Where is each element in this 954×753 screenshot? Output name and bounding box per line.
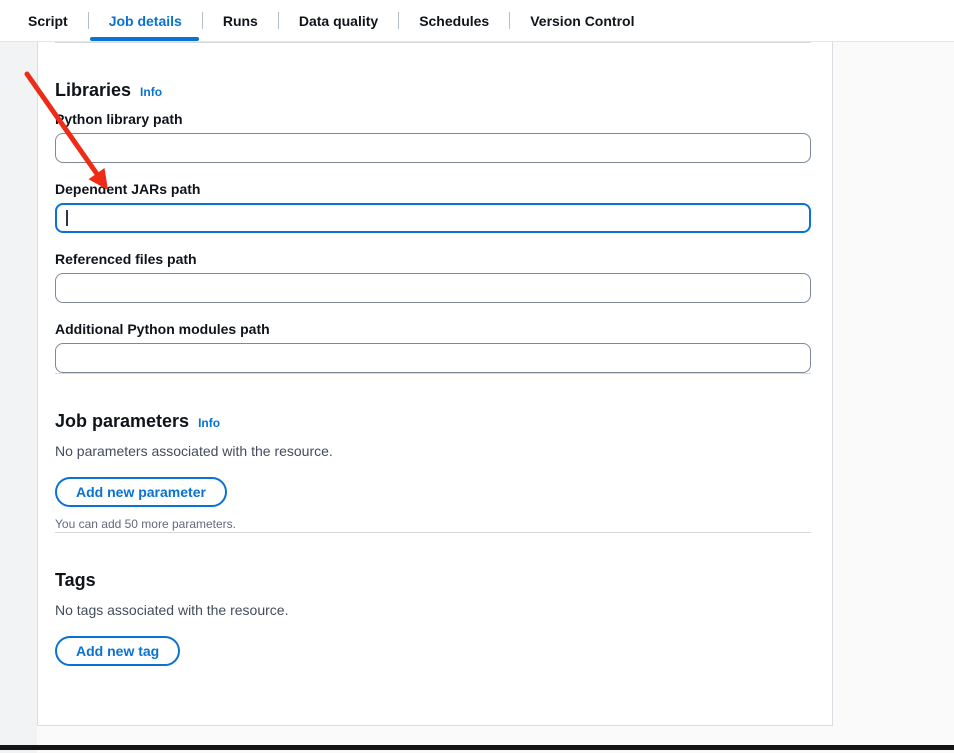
text-cursor: [66, 210, 68, 226]
libraries-info-link[interactable]: Info: [140, 85, 162, 99]
section-divider: [55, 373, 811, 374]
tags-title: Tags: [55, 569, 96, 591]
add-new-parameter-button[interactable]: Add new parameter: [55, 477, 227, 507]
referenced-files-path-input[interactable]: [55, 273, 811, 303]
left-gutter: [0, 42, 37, 753]
add-new-tag-button[interactable]: Add new tag: [55, 636, 180, 666]
python-library-path-input[interactable]: [55, 133, 811, 163]
tab-version-control[interactable]: Version Control: [510, 0, 654, 41]
tab-job-details[interactable]: Job details: [89, 0, 202, 41]
job-parameters-empty-text: No parameters associated with the resour…: [55, 441, 811, 461]
job-parameters-helper-text: You can add 50 more parameters.: [55, 516, 811, 532]
dependent-jars-path-label: Dependent JARs path: [55, 180, 811, 198]
tab-data-quality[interactable]: Data quality: [279, 0, 398, 41]
libraries-title: Libraries: [55, 79, 131, 101]
section-divider: [55, 532, 811, 533]
referenced-files-path-label: Referenced files path: [55, 250, 811, 268]
python-library-path-label: Python library path: [55, 110, 811, 128]
window-bottom-edge: [0, 745, 954, 750]
job-details-panel: Libraries Info Python library path Depen…: [37, 42, 833, 726]
libraries-section-heading: Libraries Info: [55, 79, 811, 101]
tags-empty-text: No tags associated with the resource.: [55, 600, 811, 620]
tags-section-heading: Tags: [55, 569, 811, 591]
job-parameters-section-heading: Job parameters Info: [55, 410, 811, 432]
additional-python-modules-path-input[interactable]: [55, 343, 811, 373]
dependent-jars-path-input[interactable]: [55, 203, 811, 233]
job-tabs: Script Job details Runs Data quality Sch…: [0, 0, 954, 42]
job-parameters-info-link[interactable]: Info: [198, 416, 220, 430]
tab-schedules[interactable]: Schedules: [399, 0, 509, 41]
tab-runs[interactable]: Runs: [203, 0, 278, 41]
job-parameters-title: Job parameters: [55, 410, 189, 432]
tab-script[interactable]: Script: [8, 0, 88, 41]
page-background: Libraries Info Python library path Depen…: [0, 42, 954, 753]
additional-python-modules-path-label: Additional Python modules path: [55, 320, 811, 338]
section-divider: [55, 42, 811, 43]
